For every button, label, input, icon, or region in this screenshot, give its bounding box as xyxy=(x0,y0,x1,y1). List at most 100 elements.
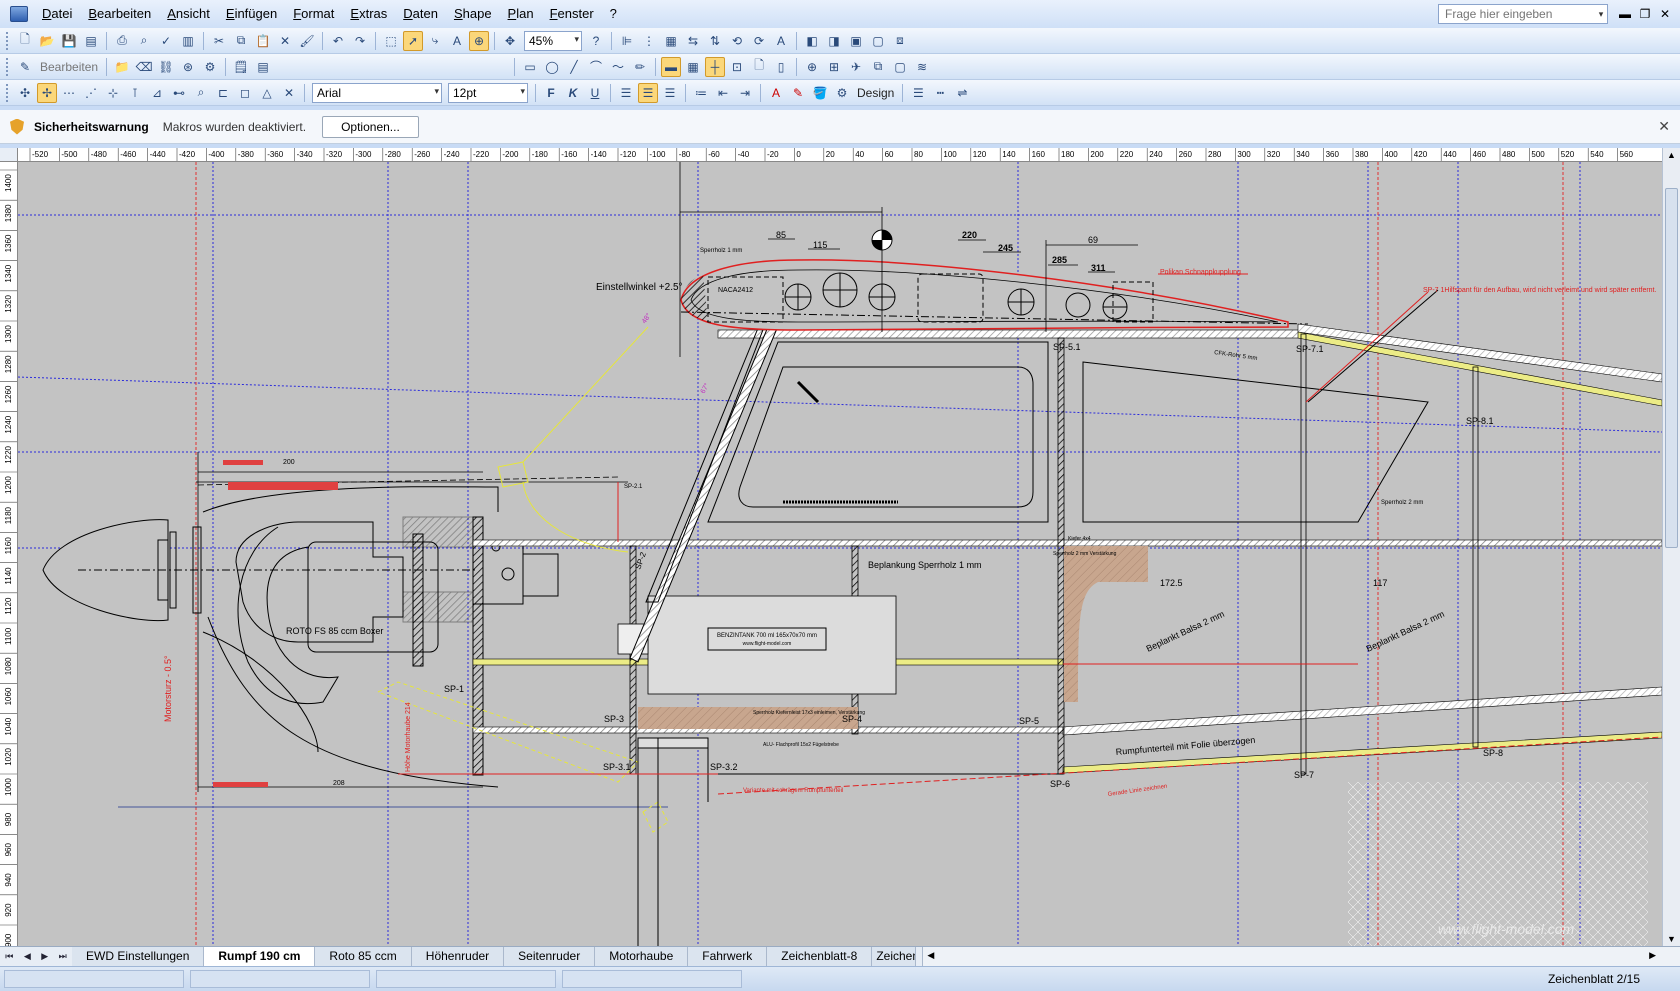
indent-less-icon[interactable]: ⇤ xyxy=(713,83,733,103)
spelling-icon[interactable]: ✓ xyxy=(156,31,176,51)
toolbar-grip[interactable] xyxy=(6,83,10,102)
design-icon[interactable]: ⚙ xyxy=(832,83,852,103)
scroll-thumb[interactable] xyxy=(1665,188,1678,548)
glue-icon[interactable]: ✢ xyxy=(37,82,57,103)
snap-ruler-icon[interactable]: ⊹ xyxy=(103,83,123,103)
tab-fahrwerk[interactable]: Fahrwerk xyxy=(688,947,768,966)
tab-rumpf[interactable]: Rumpf 190 cm xyxy=(204,947,316,966)
menu-help[interactable]: ? xyxy=(602,0,625,28)
next-page-icon[interactable]: ▶ xyxy=(41,951,48,962)
save-icon[interactable]: 💾 xyxy=(59,31,79,51)
bulkhead-sp1[interactable] xyxy=(472,516,484,776)
align-center-icon[interactable]: ☰ xyxy=(638,82,658,103)
close-icon[interactable]: ✕ xyxy=(1656,5,1674,23)
edit-mode-icon[interactable]: ✎ xyxy=(15,57,35,77)
link-icon[interactable]: ⛓ xyxy=(156,57,176,77)
line-tool-icon[interactable]: ╱ xyxy=(564,57,584,77)
menu-shape[interactable]: Shape xyxy=(446,0,500,28)
note-icon[interactable]: 🗒 xyxy=(231,57,251,77)
engine-outline[interactable] xyxy=(202,486,559,788)
wing-profile[interactable] xyxy=(680,229,1309,331)
connection-point-icon[interactable]: ⊕ xyxy=(469,30,489,51)
eraser-icon[interactable]: ⌫ xyxy=(134,57,154,77)
menu-daten[interactable]: Daten xyxy=(395,0,446,28)
ruler-toggle-icon[interactable]: ▬ xyxy=(661,56,682,77)
layer-props-icon[interactable]: ⊛ xyxy=(178,57,198,77)
properties-icon[interactable]: ▤ xyxy=(253,57,273,77)
layers-icon[interactable]: ▣ xyxy=(846,31,866,51)
pencil-tool-icon[interactable]: ✏ xyxy=(630,57,650,77)
text-tool-icon[interactable]: A xyxy=(447,31,467,51)
horizontal-ruler[interactable]: -520 -500 -480 -460 -440 -420 -400 -380 -360 -340… xyxy=(18,148,1662,162)
save-all-icon[interactable]: ▤ xyxy=(81,31,101,51)
print-preview-icon[interactable]: ⌕ xyxy=(134,31,154,51)
rectangle-tool-icon[interactable]: ▭ xyxy=(520,57,540,77)
pointer-tool-icon[interactable]: ➚ xyxy=(403,30,423,51)
rotate-left-icon[interactable]: ⟲ xyxy=(727,31,747,51)
send-back-icon[interactable]: ◨ xyxy=(824,31,844,51)
italic-icon[interactable]: K xyxy=(563,83,583,103)
restore-icon[interactable]: ❐ xyxy=(1636,5,1654,23)
snap-grid-icon[interactable]: ⋰ xyxy=(81,83,101,103)
cancel-snap-icon[interactable]: ✕ xyxy=(279,83,299,103)
menu-format[interactable]: Format xyxy=(285,0,342,28)
research-icon[interactable]: ▥ xyxy=(178,31,198,51)
close-icon[interactable]: ✕ xyxy=(1658,118,1670,135)
first-page-icon[interactable]: ⏮ xyxy=(5,951,13,962)
flip-v-icon[interactable]: ⇅ xyxy=(705,31,725,51)
new-icon[interactable]: 🗋 xyxy=(15,31,35,51)
pan-icon[interactable]: ▯ xyxy=(771,57,791,77)
scroll-right-icon[interactable]: ▶ xyxy=(1649,950,1656,961)
tab-seitenruder[interactable]: Seitenruder xyxy=(504,947,596,966)
zoom-tool-icon[interactable]: ⌕ xyxy=(191,83,211,103)
folder-icon[interactable]: 📁 xyxy=(112,57,132,77)
ungroup-icon[interactable]: ▢ xyxy=(868,31,888,51)
menu-ansicht[interactable]: Ansicht xyxy=(159,0,218,28)
undo-icon[interactable]: ↶ xyxy=(328,31,348,51)
open-icon[interactable]: 📂 xyxy=(37,31,57,51)
line-weight-icon[interactable]: ☰ xyxy=(908,83,928,103)
bold-icon[interactable]: F xyxy=(541,83,561,103)
snap-dynamic-icon[interactable]: ⋯ xyxy=(59,83,79,103)
window-icon[interactable]: ▢ xyxy=(890,57,910,77)
distribute-icon[interactable]: ⋮ xyxy=(639,31,659,51)
menu-extras[interactable]: Extras xyxy=(342,0,395,28)
macro-icon[interactable]: ⚙ xyxy=(200,57,220,77)
help-search-input[interactable] xyxy=(1438,4,1608,24)
flip-h-icon[interactable]: ⇆ xyxy=(683,31,703,51)
align-icon[interactable]: ⊫ xyxy=(617,31,637,51)
underline-icon[interactable]: U xyxy=(585,83,605,103)
snap-vertex-icon[interactable]: ⊿ xyxy=(147,83,167,103)
drawing-canvas[interactable]: Einstellwinkel +2.5° NACA2412 Sperrholz … xyxy=(18,162,1662,946)
connector-tool-icon[interactable]: ⤷ xyxy=(425,31,445,51)
bring-front-icon[interactable]: ◧ xyxy=(802,31,822,51)
shape-ops-icon[interactable]: ⧈ xyxy=(890,31,910,51)
tab-motorhaube[interactable]: Motorhaube xyxy=(595,947,689,966)
ellipse-tool-icon[interactable]: ◯ xyxy=(542,57,562,77)
layers-stack-icon[interactable]: ≋ xyxy=(912,57,932,77)
snap-points-icon[interactable]: ⊷ xyxy=(169,83,189,103)
pan-zoom-icon[interactable]: ✥ xyxy=(500,31,520,51)
arc-tool-icon[interactable]: ⌒ xyxy=(586,57,606,77)
visio-app-icon[interactable] xyxy=(10,6,28,22)
toolbar-grip[interactable] xyxy=(6,31,10,50)
menu-fenster[interactable]: Fenster xyxy=(542,0,602,28)
text-rotate-icon[interactable]: A xyxy=(771,31,791,51)
scroll-left-icon[interactable]: ◀ xyxy=(927,950,934,961)
copy-icon[interactable]: ⧉ xyxy=(231,31,251,51)
toolbar-grip[interactable] xyxy=(6,57,10,76)
drawing-explorer-icon[interactable]: ✈ xyxy=(846,57,866,77)
bullets-icon[interactable]: ≔ xyxy=(691,83,711,103)
tab-zeichenblatt8[interactable]: Zeichenblatt-8 xyxy=(767,947,873,966)
group-icon[interactable]: ▦ xyxy=(661,31,681,51)
align-left-icon[interactable]: ☰ xyxy=(616,83,636,103)
page-icon[interactable]: 🗋 xyxy=(749,57,769,77)
line-color-icon[interactable]: ✎ xyxy=(788,83,808,103)
align-right-icon[interactable]: ☰ xyxy=(660,83,680,103)
zoom-window-icon[interactable]: ⊕ xyxy=(802,57,822,77)
frame-icon[interactable]: ◻ xyxy=(235,83,255,103)
horizontal-scrollbar[interactable]: ◀ ▶ xyxy=(922,947,1680,966)
vertical-scrollbar[interactable]: ▲ ▼ xyxy=(1662,148,1680,946)
menu-datei[interactable]: Datei xyxy=(34,0,80,28)
prev-page-icon[interactable]: ◀ xyxy=(24,951,31,962)
